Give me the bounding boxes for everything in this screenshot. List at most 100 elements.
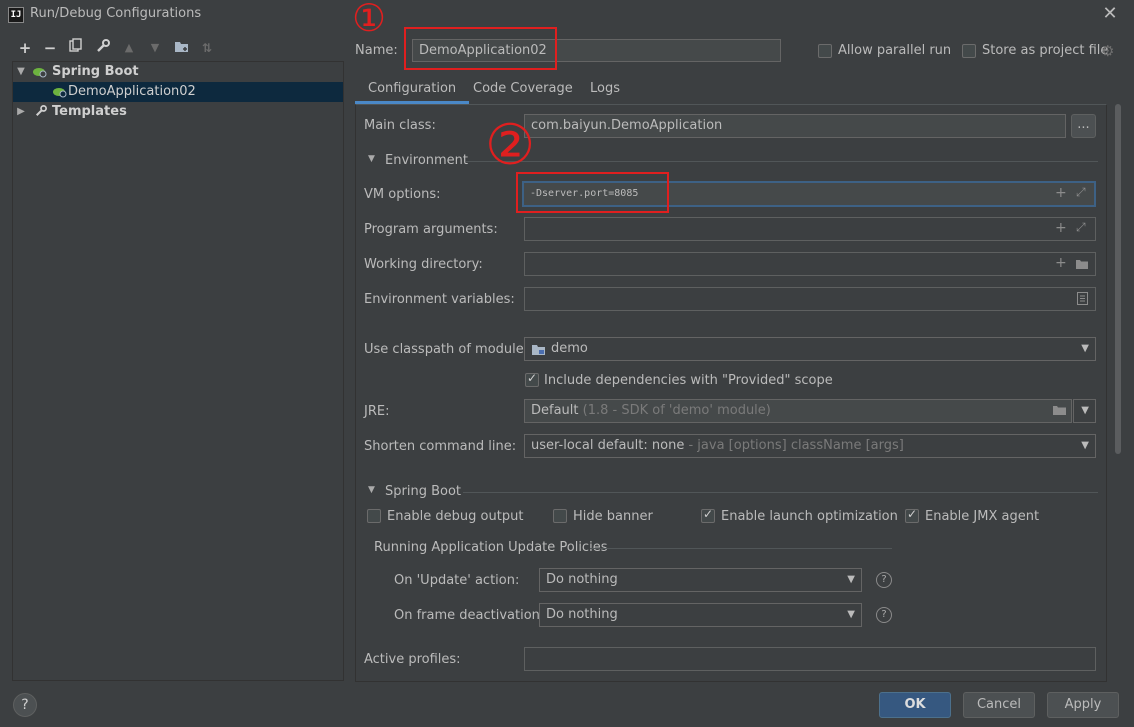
chevron-down-icon: ▼: [1081, 343, 1089, 354]
spring-boot-collapse-icon[interactable]: ▼: [368, 485, 375, 495]
plus-icon[interactable]: +: [1055, 255, 1067, 271]
update-policies-divider: [590, 548, 892, 549]
shorten-command-line-label: Shorten command line:: [364, 439, 517, 454]
shorten-command-line-dropdown[interactable]: user-local default: none - java [options…: [524, 434, 1096, 458]
plus-icon[interactable]: +: [1055, 185, 1067, 201]
program-arguments-field[interactable]: [524, 217, 1096, 241]
debug-output-label: Enable debug output: [387, 509, 524, 524]
on-frame-deactivation-dropdown[interactable]: Do nothing ▼: [539, 603, 862, 627]
expand-icon[interactable]: ⤢: [1076, 185, 1086, 200]
classpath-module-label: Use classpath of module:: [364, 342, 529, 357]
tree-label-templates: Templates: [52, 104, 127, 119]
folder-icon[interactable]: [1075, 258, 1089, 274]
working-directory-field[interactable]: [524, 252, 1096, 276]
move-up-icon[interactable]: ▲: [119, 38, 139, 58]
configuration-tree: ▼ Spring Boot DemoApplication02 ▶ Templa…: [12, 61, 344, 681]
tab-configuration[interactable]: Configuration: [355, 76, 470, 104]
hide-banner-checkbox[interactable]: [553, 509, 567, 523]
help-icon[interactable]: ?: [876, 607, 892, 623]
annotation-box-vm-options: [516, 172, 669, 213]
add-icon[interactable]: +: [15, 38, 35, 58]
annotation-number-1: ①: [352, 0, 387, 40]
jmx-agent-checkbox[interactable]: [905, 507, 919, 523]
remove-icon[interactable]: −: [40, 38, 60, 58]
new-folder-icon[interactable]: [171, 38, 191, 58]
environment-variables-field[interactable]: [524, 287, 1096, 311]
main-class-field[interactable]: com.baiyun.DemoApplication: [524, 114, 1066, 138]
debug-output-checkbox[interactable]: [367, 509, 381, 523]
spring-boot-icon: [53, 88, 67, 98]
active-profiles-field[interactable]: [524, 647, 1096, 671]
copy-icon[interactable]: [66, 38, 86, 58]
expand-arrow-icon[interactable]: ▼: [15, 62, 27, 82]
jre-value: Default: [531, 403, 579, 418]
wrench-icon: [35, 105, 47, 117]
module-folder-icon: [532, 345, 545, 355]
on-update-label: On 'Update' action:: [394, 573, 520, 588]
title-bar: IJ Run/Debug Configurations ✕: [0, 0, 1134, 30]
plus-icon[interactable]: +: [1055, 220, 1067, 236]
spring-boot-section-title: Spring Boot: [385, 484, 462, 499]
on-frame-deactivation-value: Do nothing: [546, 607, 618, 622]
annotation-box-name: [404, 27, 557, 70]
name-label: Name:: [355, 43, 398, 58]
apply-button[interactable]: Apply: [1047, 692, 1119, 718]
tree-node-spring-boot[interactable]: ▼ Spring Boot: [13, 62, 343, 82]
allow-parallel-checkbox[interactable]: [818, 44, 832, 58]
include-dependencies-checkbox[interactable]: [525, 371, 539, 387]
tree-node-templates[interactable]: ▶ Templates: [13, 102, 343, 122]
spring-boot-icon: [33, 68, 47, 78]
tree-label-spring-boot: Spring Boot: [52, 64, 139, 79]
wrench-icon[interactable]: [93, 38, 113, 58]
help-button[interactable]: ?: [13, 693, 37, 717]
chevron-down-icon: ▼: [1081, 405, 1089, 416]
tree-item-demoapplication02[interactable]: DemoApplication02: [13, 82, 343, 102]
main-class-label: Main class:: [364, 118, 436, 133]
browse-main-class-button[interactable]: ...: [1071, 114, 1096, 138]
help-icon[interactable]: ?: [876, 572, 892, 588]
program-arguments-label: Program arguments:: [364, 222, 498, 237]
environment-section-title: Environment: [385, 153, 469, 168]
move-down-icon[interactable]: ▼: [145, 38, 165, 58]
environment-variables-label: Environment variables:: [364, 292, 515, 307]
spring-boot-divider: [463, 492, 1098, 493]
jre-dropdown-button[interactable]: ▼: [1073, 399, 1096, 423]
collapse-arrow-icon[interactable]: ▶: [15, 102, 27, 122]
document-icon[interactable]: [1077, 292, 1088, 309]
include-dependencies-label: Include dependencies with "Provided" sco…: [544, 373, 833, 388]
tab-logs[interactable]: Logs: [577, 76, 633, 104]
vm-options-label: VM options:: [364, 187, 441, 202]
shorten-command-line-hint: - java [options] className [args]: [688, 438, 904, 453]
classpath-module-value: demo: [551, 341, 588, 356]
store-project-file-label: Store as project file: [982, 43, 1109, 58]
shorten-command-line-value: user-local default: none: [531, 438, 685, 453]
expand-icon[interactable]: ⤢: [1076, 220, 1086, 235]
folder-icon[interactable]: [1052, 404, 1067, 420]
chevron-down-icon: ▼: [847, 609, 855, 620]
store-project-file-checkbox[interactable]: [962, 44, 976, 58]
launch-optimization-label: Enable launch optimization: [721, 509, 898, 524]
environment-collapse-icon[interactable]: ▼: [368, 154, 375, 164]
allow-parallel-label: Allow parallel run: [838, 43, 952, 58]
gear-icon[interactable]: ⚙: [1101, 42, 1114, 60]
active-profiles-label: Active profiles:: [364, 652, 461, 667]
sort-icon[interactable]: ⇅: [197, 38, 217, 58]
jre-field[interactable]: Default (1.8 - SDK of 'demo' module): [524, 399, 1072, 423]
hide-banner-label: Hide banner: [573, 509, 653, 524]
chevron-down-icon: ▼: [1081, 440, 1089, 451]
jmx-agent-label: Enable JMX agent: [925, 509, 1040, 524]
ok-button[interactable]: OK: [879, 692, 951, 718]
working-directory-label: Working directory:: [364, 257, 483, 272]
scrollbar[interactable]: [1115, 104, 1121, 454]
classpath-module-dropdown[interactable]: demo ▼: [524, 337, 1096, 361]
window-title: Run/Debug Configurations: [30, 6, 202, 21]
annotation-number-2: ②: [485, 113, 536, 178]
close-icon[interactable]: ✕: [1100, 4, 1120, 24]
on-frame-deactivation-label: On frame deactivation:: [394, 608, 545, 623]
on-update-value: Do nothing: [546, 572, 618, 587]
chevron-down-icon: ▼: [847, 574, 855, 585]
cancel-button[interactable]: Cancel: [963, 692, 1035, 718]
launch-optimization-checkbox[interactable]: [701, 507, 715, 523]
tab-code-coverage[interactable]: Code Coverage: [460, 76, 586, 104]
on-update-dropdown[interactable]: Do nothing ▼: [539, 568, 862, 592]
